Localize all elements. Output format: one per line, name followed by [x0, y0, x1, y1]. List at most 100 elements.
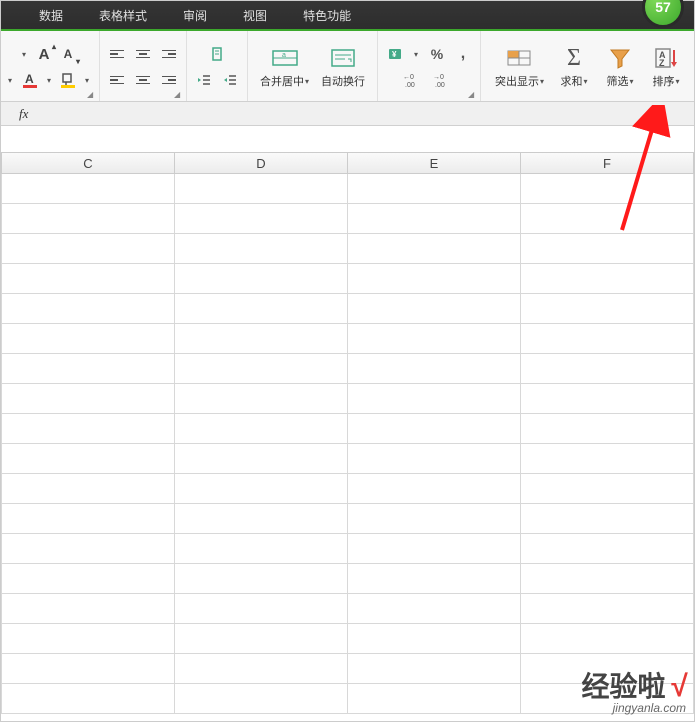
menu-data[interactable]: 数据 [21, 1, 81, 30]
merge-center-button[interactable]: a 合并居中▾ [254, 41, 315, 93]
cell[interactable] [348, 534, 521, 563]
formula-bar[interactable]: fx [1, 102, 694, 126]
cell[interactable] [2, 354, 175, 383]
font-color-dropdown[interactable]: ▾ [43, 69, 55, 91]
align-middle-button[interactable] [132, 43, 154, 65]
cell[interactable] [521, 474, 694, 503]
cell[interactable] [521, 204, 694, 233]
fill-color-button[interactable] [57, 69, 79, 91]
cell[interactable] [348, 204, 521, 233]
sum-button[interactable]: Σ 求和▾ [552, 41, 596, 93]
col-header-f[interactable]: F [521, 153, 694, 173]
menu-view[interactable]: 视图 [225, 1, 285, 30]
cell[interactable] [2, 624, 175, 653]
menu-table-style[interactable]: 表格样式 [81, 1, 165, 30]
cell[interactable] [348, 624, 521, 653]
cell[interactable] [2, 444, 175, 473]
align-right-button[interactable] [158, 69, 180, 91]
cell[interactable] [521, 264, 694, 293]
cell[interactable] [521, 384, 694, 413]
cell[interactable] [2, 264, 175, 293]
cell[interactable] [348, 324, 521, 353]
cell[interactable] [175, 264, 348, 293]
cell[interactable] [2, 324, 175, 353]
cell[interactable] [348, 384, 521, 413]
cell[interactable] [521, 624, 694, 653]
cell[interactable] [521, 354, 694, 383]
number-dialog-launcher[interactable]: ◢ [468, 90, 478, 100]
currency-dropdown[interactable]: ▾ [410, 43, 422, 65]
cell[interactable] [2, 474, 175, 503]
cell[interactable] [2, 594, 175, 623]
orientation-button[interactable] [206, 43, 228, 65]
percent-button[interactable]: % [426, 43, 448, 65]
highlight-button[interactable]: 突出显示▾ [489, 41, 550, 93]
cell[interactable] [2, 204, 175, 233]
update-badge[interactable]: 57 [642, 0, 684, 28]
cell[interactable] [175, 294, 348, 323]
cell[interactable] [521, 564, 694, 593]
cell[interactable] [175, 504, 348, 533]
increase-indent-button[interactable] [219, 69, 241, 91]
cell[interactable] [175, 684, 348, 713]
cell[interactable] [2, 384, 175, 413]
cell[interactable] [2, 684, 175, 713]
align-center-button[interactable] [132, 69, 154, 91]
font-color-button[interactable]: A [19, 69, 41, 91]
cell[interactable] [348, 654, 521, 683]
fill-color-dropdown[interactable]: ▾ [81, 69, 93, 91]
font-dropdown-edge[interactable]: ▾ [17, 43, 31, 65]
align-top-button[interactable] [106, 43, 128, 65]
cell[interactable] [175, 174, 348, 203]
col-header-e[interactable]: E [348, 153, 521, 173]
sort-button[interactable]: AZ 排序▾ [644, 41, 688, 93]
cell[interactable] [175, 324, 348, 353]
currency-button[interactable]: ¥ [384, 43, 406, 65]
cell[interactable] [521, 684, 694, 713]
cell[interactable] [2, 294, 175, 323]
cell[interactable] [175, 564, 348, 593]
cell[interactable] [175, 534, 348, 563]
font-color-dropdown-edge[interactable]: ▾ [3, 69, 17, 91]
cell[interactable] [348, 504, 521, 533]
cell[interactable] [2, 234, 175, 263]
cell[interactable] [348, 444, 521, 473]
cell[interactable] [348, 264, 521, 293]
col-header-c[interactable]: C [2, 153, 175, 173]
cell[interactable] [348, 564, 521, 593]
cell[interactable] [348, 474, 521, 503]
filter-button[interactable]: 筛选▾ [598, 41, 642, 93]
cell[interactable] [521, 294, 694, 323]
cell[interactable] [175, 384, 348, 413]
wrap-text-button[interactable]: 自动换行 [315, 41, 371, 93]
cell[interactable] [175, 354, 348, 383]
decrease-indent-button[interactable] [193, 69, 215, 91]
cell[interactable] [175, 624, 348, 653]
cell[interactable] [2, 504, 175, 533]
cell[interactable] [175, 414, 348, 443]
increase-decimal-button[interactable]: ←0.00 [401, 69, 427, 91]
font-dialog-launcher[interactable]: ◢ [87, 90, 97, 100]
comma-button[interactable]: , [452, 43, 474, 65]
cell[interactable] [348, 594, 521, 623]
cell[interactable] [348, 174, 521, 203]
cell[interactable] [521, 534, 694, 563]
col-header-d[interactable]: D [175, 153, 348, 173]
cell[interactable] [175, 654, 348, 683]
cell[interactable] [521, 444, 694, 473]
align-left-button[interactable] [106, 69, 128, 91]
menu-special[interactable]: 特色功能 [285, 1, 369, 30]
cell[interactable] [2, 564, 175, 593]
cell[interactable] [175, 594, 348, 623]
cell[interactable] [2, 414, 175, 443]
cell[interactable] [2, 534, 175, 563]
cell[interactable] [175, 444, 348, 473]
cell[interactable] [521, 414, 694, 443]
cell[interactable] [348, 354, 521, 383]
increase-font-button[interactable]: A▴ [33, 43, 55, 65]
cell[interactable] [348, 684, 521, 713]
align-dialog-launcher[interactable]: ◢ [174, 90, 184, 100]
cell[interactable] [521, 324, 694, 353]
cell[interactable] [348, 234, 521, 263]
cell[interactable] [521, 504, 694, 533]
